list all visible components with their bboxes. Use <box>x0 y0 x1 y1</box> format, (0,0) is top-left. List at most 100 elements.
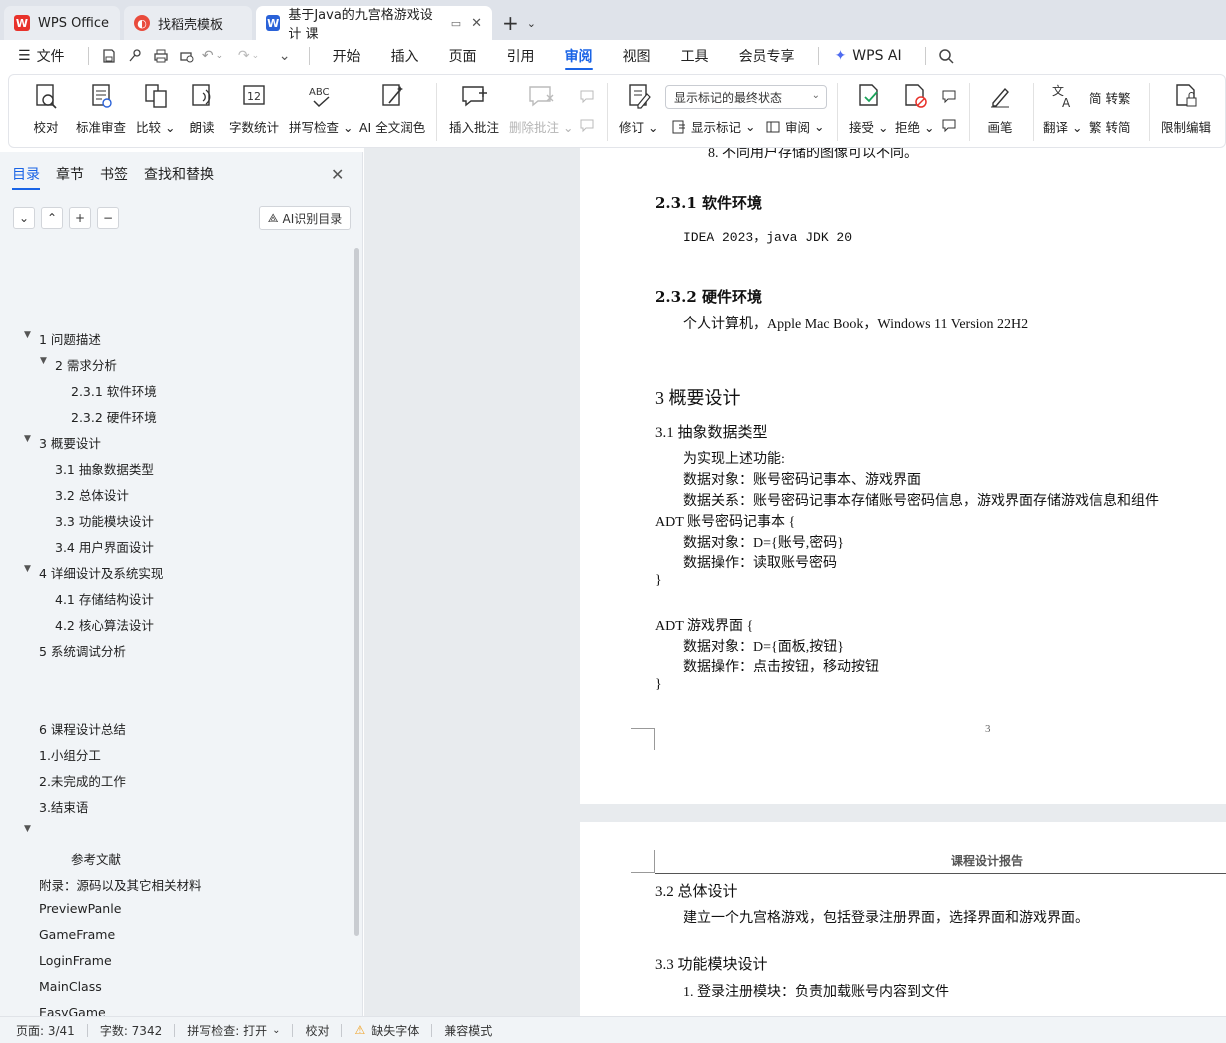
toc-item[interactable]: 6 课程设计总结 <box>39 719 126 738</box>
previous-change-icon[interactable] <box>941 88 961 104</box>
show-markup-button[interactable]: 显示标记 ⌄ <box>671 117 756 136</box>
spell-check-label: 拼写检查 <box>289 120 340 135</box>
divider <box>1033 83 1034 141</box>
collapse-all-button[interactable]: ⌃ <box>41 207 63 229</box>
menu-label: 页面 <box>448 49 477 65</box>
toc-item[interactable]: 5 系统调试分析 <box>39 641 126 660</box>
read-aloud-button[interactable]: 朗读 <box>187 81 217 136</box>
missing-font-status[interactable]: ⚠ 缺失字体 <box>354 1022 419 1039</box>
toc-item[interactable]: LoginFrame <box>39 953 112 968</box>
add-heading-button[interactable]: + <box>69 207 91 229</box>
more-chevron-icon[interactable]: ⌄ <box>273 44 297 68</box>
next-change-icon[interactable] <box>941 117 961 133</box>
button-label: 插入批注 <box>449 120 500 135</box>
menu-insert[interactable]: 插入 <box>376 40 434 72</box>
menu-view[interactable]: 视图 <box>608 40 666 72</box>
toc-item[interactable]: 2.3.2 硬件环境 <box>71 407 157 426</box>
menu-review[interactable]: 审阅 <box>550 40 608 72</box>
toc-item[interactable]: 3.4 用户界面设计 <box>55 537 154 556</box>
file-menu[interactable]: ☰ 文件 <box>18 40 80 72</box>
brush-button[interactable]: 画笔 <box>985 81 1015 136</box>
spell-check-toggle[interactable]: 拼写检查: 打开 ⌄ <box>187 1022 280 1039</box>
ai-polish-button[interactable]: AI 全文润色 <box>359 81 425 136</box>
close-icon[interactable]: ✕ <box>331 165 344 184</box>
menu-tools[interactable]: 工具 <box>666 40 724 72</box>
caret-down-icon[interactable]: ▼ <box>24 564 31 574</box>
toc-item[interactable]: EasyGame <box>39 1005 106 1016</box>
toc-item[interactable]: GameFrame <box>39 927 115 942</box>
remove-heading-button[interactable]: − <box>97 207 119 229</box>
tab-wps-office[interactable]: W WPS Office <box>4 6 120 40</box>
toc-item[interactable]: 1.小组分工 <box>39 745 101 764</box>
caret-down-icon[interactable]: ▼ <box>24 824 31 834</box>
print-preview-icon[interactable] <box>175 44 199 68</box>
toc-item[interactable]: 4.2 核心算法设计 <box>55 615 154 634</box>
standard-review-button[interactable]: 标准审查 <box>76 81 126 136</box>
scrollbar-thumb[interactable] <box>354 248 359 936</box>
page-indicator[interactable]: 页面: 3/41 <box>16 1022 75 1039</box>
insert-comment-button[interactable]: 插入批注 <box>449 81 499 136</box>
print-icon[interactable] <box>149 44 173 68</box>
word-count-indicator[interactable]: 字数: 7342 <box>100 1022 162 1039</box>
tab-sections[interactable]: 章节 <box>56 164 84 190</box>
toc-item[interactable]: 参考文献 <box>71 849 121 868</box>
new-tab-button[interactable]: + ⌄ <box>502 6 536 40</box>
toc-item[interactable]: 2.未完成的工作 <box>39 771 126 790</box>
monitor-icon[interactable]: ▭ <box>451 17 461 30</box>
tab-docer-templates[interactable]: ◐ 找稻壳模板 <box>124 6 252 40</box>
menu-page[interactable]: 页面 <box>434 40 492 72</box>
next-comment-icon[interactable] <box>579 117 599 133</box>
toc-item[interactable]: ▼ 1 问题描述 <box>24 329 101 348</box>
toc-item[interactable]: 附录：源码以及其它相关材料 <box>39 875 202 894</box>
undo-icon[interactable]: ↶ ⌄ <box>201 44 225 68</box>
restrict-edit-button[interactable]: 限制编辑 <box>1161 81 1211 136</box>
previous-comment-icon[interactable] <box>579 88 599 104</box>
caret-down-icon[interactable]: ▼ <box>40 356 47 366</box>
share-icon[interactable] <box>123 44 147 68</box>
delete-comment-button[interactable]: 删除批注 ⌄ <box>509 81 573 136</box>
review-pane-label: 审阅 <box>785 120 811 135</box>
chevron-down-icon[interactable]: ⌄ <box>527 17 536 30</box>
to-traditional-button[interactable]: 简转繁 <box>1089 88 1131 107</box>
toc-item[interactable]: ▼ 2 需求分析 <box>40 355 117 374</box>
toc-item[interactable]: MainClass <box>39 979 102 994</box>
toc-item[interactable]: ▼ 4 详细设计及系统实现 <box>24 563 163 582</box>
proofread-status[interactable]: 校对 <box>305 1022 329 1039</box>
toc-item[interactable]: 3.3 功能模块设计 <box>55 511 154 530</box>
toc-item[interactable]: 4.1 存储结构设计 <box>55 589 154 608</box>
menu-references[interactable]: 引用 <box>492 40 550 72</box>
redo-icon[interactable]: ↷ ⌄ <box>237 44 261 68</box>
accept-button[interactable]: 接受 ⌄ <box>849 81 888 136</box>
toc-item[interactable]: ▼ 3 概要设计 <box>24 433 101 452</box>
wps-ai-button[interactable]: ✦ WPS AI <box>827 40 917 72</box>
review-pane-button[interactable]: 审阅 ⌄ <box>765 117 825 136</box>
toc-item[interactable]: 3.结束语 <box>39 797 88 816</box>
markup-view-select[interactable]: 显示标记的最终状态 ⌄ <box>665 85 827 109</box>
spell-check-button[interactable]: ABC 拼写检查 ⌄ <box>289 81 353 136</box>
translate-button[interactable]: 文A 翻译 ⌄ <box>1043 81 1082 136</box>
tab-find-replace[interactable]: 查找和替换 <box>144 164 214 190</box>
toc-item[interactable]: PreviewPanle <box>39 901 121 916</box>
to-simplified-button[interactable]: 繁转简 <box>1089 117 1131 136</box>
menu-membership[interactable]: 会员专享 <box>724 40 810 72</box>
reject-button[interactable]: 拒绝 ⌄ <box>895 81 934 136</box>
track-changes-button[interactable]: 修订 ⌄ <box>619 81 658 136</box>
menu-start[interactable]: 开始 <box>318 40 376 72</box>
toc-item[interactable]: 2.3.1 软件环境 <box>71 381 157 400</box>
expand-all-button[interactable]: ⌄ <box>13 207 35 229</box>
search-icon[interactable] <box>934 44 958 68</box>
tab-current-document[interactable]: W 基于Java的九宫格游戏设计 课 ▭ ✕ <box>256 6 492 42</box>
proofread-button[interactable]: 校对 <box>31 81 61 136</box>
caret-down-icon[interactable]: ▼ <box>24 330 31 340</box>
word-count-button[interactable]: 12 字数统计 <box>229 81 279 136</box>
toc-item[interactable]: 3.2 总体设计 <box>55 485 129 504</box>
tab-toc[interactable]: 目录 <box>12 164 40 190</box>
caret-down-icon[interactable]: ▼ <box>24 434 31 444</box>
close-tab-icon[interactable]: ✕ <box>471 16 482 31</box>
toc-item[interactable]: 3.1 抽象数据类型 <box>55 459 154 478</box>
save-icon[interactable] <box>97 44 121 68</box>
compare-button[interactable]: 比较 ⌄ <box>136 81 175 136</box>
ai-toc-button[interactable]: ⟁ AI识别目录 <box>259 206 351 230</box>
tab-bookmarks[interactable]: 书签 <box>100 164 128 190</box>
document-canvas[interactable]: 8. 不同用户存储的图像可以不同。 2.3.1 软件环境 IDEA 2023，j… <box>364 148 1226 1016</box>
